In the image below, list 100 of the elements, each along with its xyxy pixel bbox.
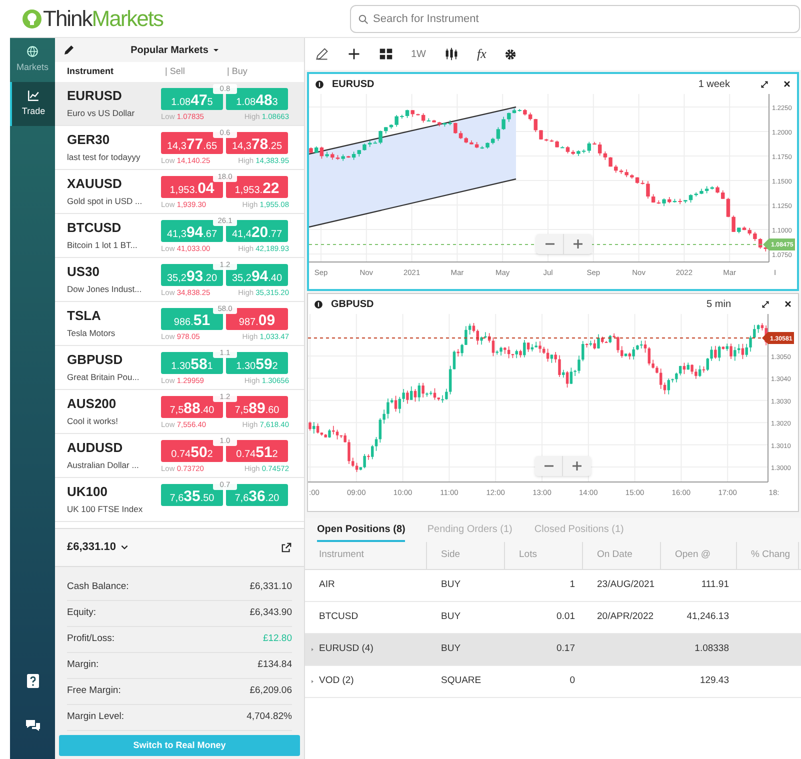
expand-arrow-icon[interactable] (310, 647, 315, 652)
nav-tab[interactable]: Trade (10, 82, 55, 126)
plus-icon (572, 238, 584, 250)
close-icon[interactable] (784, 300, 792, 308)
instrument-description: UK 100 FTSE Index (67, 503, 144, 516)
account-value: £6,331.10 (250, 580, 292, 594)
search-icon (358, 14, 369, 24)
instrument-description: Dow Jones Indust... (67, 283, 143, 296)
table-cell-text: 111.91 (701, 578, 729, 592)
expand-icon[interactable] (761, 300, 770, 308)
indicators-button[interactable]: fx (477, 44, 486, 64)
logo-text: ThinkMarkets (43, 8, 164, 30)
table-cell-text: VOD (2) (319, 674, 354, 688)
instrument-description: Great Britain Pou... (67, 371, 140, 384)
column-header: Instrument (66, 65, 115, 78)
instrument-description: Tesla Motors (67, 327, 116, 340)
help-icon[interactable] (24, 673, 40, 689)
instrument-symbol: BTCUSD (67, 220, 122, 235)
table-cell-text: 20/APR/2022 (597, 610, 654, 624)
column-header[interactable]: % Chang (737, 542, 799, 569)
instrument-description: Cool it works! (67, 415, 120, 428)
layout-grid-icon[interactable] (379, 47, 393, 61)
table-cell-text: 1.08338 (694, 642, 729, 656)
instrument-description: Gold spot in USD ... (67, 195, 144, 208)
instrument-symbol: TSLA (67, 308, 102, 323)
info-icon[interactable] (314, 300, 323, 308)
account-value: £12.80 (262, 632, 292, 646)
chart-timeframe: 5 min (706, 298, 731, 312)
column-header[interactable]: Open @ (661, 542, 737, 569)
candlestick-icon[interactable] (444, 47, 459, 61)
instrument-description: Euro vs US Dollar (67, 107, 136, 120)
expand-arrow-icon[interactable] (310, 679, 315, 684)
info-icon[interactable] (315, 80, 324, 88)
caret-icon (212, 46, 220, 54)
positions-tab[interactable]: Closed Positions (1) (534, 522, 624, 542)
chart-icon (27, 89, 40, 102)
column-header: | Sell (165, 65, 186, 78)
instrument-symbol: GBPUSD (67, 352, 124, 367)
positions-tab[interactable]: Pending Orders (1) (427, 522, 512, 542)
chart-symbol: GBPUSD (331, 298, 374, 312)
plus-icon (571, 460, 583, 472)
account-value: £6,343.90 (250, 606, 292, 620)
timeframe-button[interactable]: 1W (411, 46, 426, 62)
account-label: Margin Level: (67, 710, 124, 724)
chart-symbol: EURUSD (332, 78, 374, 92)
table-cell-text: EURUSD (4) (319, 642, 374, 656)
account-value: £6,209.06 (250, 684, 292, 698)
close-icon[interactable] (783, 80, 791, 88)
pencil-icon[interactable] (63, 44, 75, 56)
search-field[interactable]: Search for Instrument (350, 4, 800, 32)
table-cell-text: 0.17 (556, 642, 575, 656)
lightbulb-logo-icon (22, 8, 42, 28)
instrument-description: Australian Dollar ... (67, 459, 140, 472)
column-header: | Buy (227, 65, 248, 78)
account-label: Margin: (67, 658, 99, 672)
instrument-symbol: EURUSD (67, 88, 123, 103)
settings-icon[interactable] (504, 48, 518, 60)
chevron-icon (120, 543, 129, 552)
position-row[interactable]: EURUSD (4) BUY 0.17 1.08338 (305, 634, 801, 666)
table-cell-text: 0.01 (556, 610, 575, 624)
column-header[interactable]: On Date (583, 542, 661, 569)
table-cell-text: BUY (441, 642, 461, 656)
column-header[interactable]: Instrument (305, 542, 427, 569)
table-cell-text: BTCUSD (319, 610, 358, 624)
expand-icon[interactable] (760, 80, 769, 88)
nav-tab[interactable]: Markets (10, 38, 55, 82)
instrument-description: Bitcoin 1 lot 1 BT... (67, 239, 138, 252)
table-cell-text: BUY (441, 578, 461, 592)
instrument-symbol: XAUUSD (67, 176, 123, 191)
column-header[interactable]: Side (427, 542, 505, 569)
external-link-icon[interactable] (281, 542, 292, 553)
instrument-description: last test for todayyy (67, 151, 142, 164)
table-cell-text: 129.43 (700, 674, 729, 688)
trend-channel-drawing[interactable] (309, 106, 516, 228)
instrument-symbol: UK100 (67, 484, 108, 499)
table-cell-text: 23/AUG/2021 (597, 578, 655, 592)
instrument-symbol: AUS200 (67, 396, 118, 411)
account-label: Free Margin: (67, 684, 121, 698)
pencil-icon[interactable] (315, 47, 329, 61)
account-value: 4,704.82% (246, 710, 292, 724)
table-cell-text: 0 (570, 674, 575, 688)
globe-icon (26, 45, 39, 58)
instrument-symbol: US30 (67, 264, 101, 279)
table-cell-text: SQUARE (441, 674, 482, 688)
plus-icon[interactable] (347, 47, 361, 61)
chat-icon[interactable] (24, 717, 40, 733)
account-value: £134.84 (258, 658, 292, 672)
table-cell-text: 41,246.13 (686, 610, 729, 624)
instrument-symbol: AUDUSD (67, 440, 124, 455)
switch-account-button[interactable]: Switch to Real Money (59, 735, 300, 756)
buy-price-button[interactable]: 7,636.20 (226, 484, 288, 506)
instrument-symbol: GER30 (67, 132, 111, 147)
account-label: Profit/Loss: (67, 632, 115, 646)
chart-timeframe: 1 week (698, 78, 730, 92)
column-header[interactable]: Lots (505, 542, 583, 569)
account-label: Cash Balance: (67, 580, 129, 594)
balance-dropdown[interactable]: £6,331.10 (67, 539, 129, 556)
table-cell-text: AIR (319, 578, 335, 592)
table-cell-text: BUY (441, 610, 461, 624)
table-cell-text: 1 (570, 578, 575, 592)
